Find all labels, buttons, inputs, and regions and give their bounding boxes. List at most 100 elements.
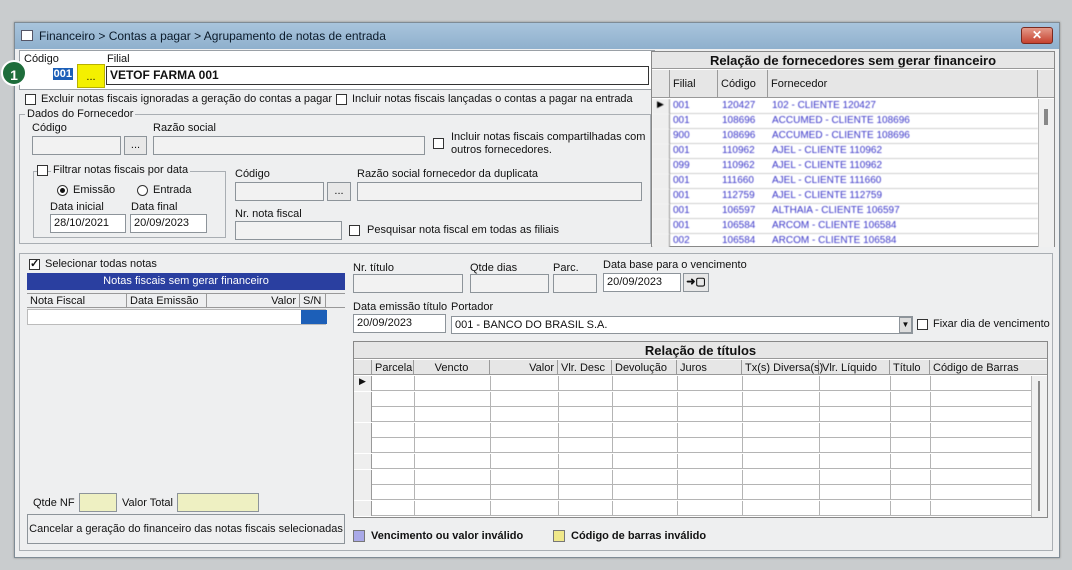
fornecedor-codigo-label: Código — [32, 122, 67, 134]
data-inicial-input[interactable]: 28/10/2021 — [50, 214, 126, 233]
titulo-row[interactable] — [354, 407, 1031, 423]
titulo-row[interactable] — [354, 438, 1031, 454]
supplier-codigo: 110962 — [722, 160, 755, 171]
col-sn[interactable]: S/N — [300, 294, 326, 307]
grid-column-line — [819, 454, 820, 469]
supplier-row[interactable]: 002 106584 ARCOM - CLIENTE 106584 — [652, 234, 1038, 247]
cancel-generation-button[interactable]: Cancelar a geração do financeiro das not… — [27, 514, 345, 544]
nota-fiscal-input[interactable] — [235, 221, 342, 240]
apply-date-button[interactable]: ➜▢ — [683, 273, 709, 292]
col-valor[interactable]: Valor — [207, 294, 300, 307]
grid-column-line — [558, 422, 559, 438]
data-base-input[interactable]: 20/09/2023 — [603, 273, 681, 292]
valor-total-label: Valor Total — [122, 497, 173, 509]
grid-column-line — [558, 376, 559, 391]
col-filial[interactable]: Filial — [670, 70, 718, 97]
close-button[interactable]: ✕ — [1021, 27, 1053, 44]
grid-column-line — [490, 422, 491, 438]
titulo-row[interactable] — [354, 422, 1031, 438]
parc-input[interactable] — [553, 274, 597, 293]
titulo-row[interactable] — [354, 485, 1031, 501]
col-vlr-liquido[interactable]: Vlr. Líquido — [819, 360, 890, 374]
fornecedor-codigo-input[interactable] — [32, 136, 121, 155]
supplier-row[interactable]: 001 106597 ALTHAIA - CLIENTE 106597 — [652, 204, 1038, 219]
suppliers-header: Filial Código Fornecedor — [652, 70, 1054, 98]
row-indicator — [652, 219, 670, 234]
fornecedor-razao-input[interactable] — [153, 136, 425, 155]
duplicata-lookup-button[interactable]: ... — [327, 182, 351, 201]
fornecedor-lookup-button[interactable]: ... — [124, 136, 147, 155]
entrada-radio[interactable] — [137, 185, 148, 196]
supplier-row[interactable]: 001 108696 ACCUMED - CLIENTE 108696 — [652, 114, 1038, 129]
portador-label: Portador — [451, 301, 494, 313]
titulo-row[interactable] — [354, 500, 1031, 516]
row-indicator — [652, 174, 670, 189]
titulos-scrollbar[interactable] — [1031, 376, 1047, 517]
supplier-row[interactable]: 001 110962 AJEL - CLIENTE 110962 — [652, 144, 1038, 159]
fixar-dia-checkbox[interactable] — [917, 319, 928, 330]
compartilhadas-checkbox[interactable] — [433, 138, 444, 149]
grid-column-line — [558, 391, 559, 407]
titulo-row[interactable] — [354, 454, 1031, 469]
valor-total-value — [177, 493, 259, 512]
grid-column-line — [677, 422, 678, 438]
incluir-lancadas-checkbox[interactable] — [336, 94, 347, 105]
grid-column-line — [677, 485, 678, 501]
filtro-checkbox[interactable] — [37, 165, 48, 176]
col-devolucao[interactable]: Devolução — [612, 360, 677, 374]
col-fornecedor[interactable]: Fornecedor — [768, 70, 1038, 97]
branch-lookup-button[interactable]: ... — [77, 64, 105, 88]
portador-select[interactable]: 001 - BANCO DO BRASIL S.A. — [451, 316, 913, 334]
col-codigo-barras[interactable]: Código de Barras — [930, 360, 1030, 374]
col-juros[interactable]: Juros — [677, 360, 742, 374]
suppliers-scrollbar[interactable] — [1038, 99, 1054, 247]
suppliers-scroll-thumb[interactable] — [1044, 109, 1048, 125]
col-taxas[interactable]: Tx(s) Diversa(s) — [742, 360, 823, 374]
supplier-row[interactable]: 001 112759 AJEL - CLIENTE 112759 — [652, 189, 1038, 204]
sn-cell-selected[interactable] — [301, 310, 327, 324]
supplier-codigo: 110962 — [722, 145, 755, 156]
supplier-row[interactable]: 001 106584 ARCOM - CLIENTE 106584 — [652, 219, 1038, 234]
col-parcela[interactable]: Parcela — [372, 360, 414, 374]
col-data-emissao[interactable]: Data Emissão — [127, 294, 207, 307]
excluir-checkbox[interactable] — [25, 94, 36, 105]
supplier-row[interactable]: 099 110962 AJEL - CLIENTE 110962 — [652, 159, 1038, 174]
grid-column-line — [742, 422, 743, 438]
codigo-input[interactable]: 001 — [24, 66, 76, 85]
grid-column-line — [890, 407, 891, 423]
supplier-row[interactable]: ▶ 001 120427 102 - CLIENTE 120427 — [652, 99, 1038, 114]
chevron-down-icon[interactable]: ▼ — [899, 317, 912, 333]
select-all-checkbox[interactable] — [29, 257, 40, 270]
emissao-radio[interactable] — [57, 185, 68, 196]
data-final-input[interactable]: 20/09/2023 — [130, 214, 207, 233]
grid-column-line — [742, 485, 743, 501]
supplier-codigo: 108696 — [722, 130, 756, 141]
col-nota-fiscal[interactable]: Nota Fiscal — [27, 294, 127, 307]
pesquisar-filiais-checkbox[interactable] — [349, 225, 360, 236]
titulo-row[interactable]: ▶ — [354, 376, 1031, 391]
supplier-row[interactable]: 900 108696 ACCUMED - CLIENTE 108696 — [652, 129, 1038, 144]
col-vlr-desc[interactable]: Vlr. Desc — [558, 360, 612, 374]
nr-titulo-input[interactable] — [353, 274, 463, 293]
invalid-due-label: Vencimento ou valor inválido — [371, 530, 524, 542]
titulo-row[interactable] — [354, 469, 1031, 485]
supplier-filial: 001 — [673, 220, 690, 231]
col-vencto[interactable]: Vencto — [414, 360, 490, 374]
data-final-label: Data final — [131, 201, 178, 213]
filial-input[interactable]: VETOF FARMA 001 — [106, 66, 649, 85]
suppliers-grid: Relação de fornecedores sem gerar financ… — [651, 51, 1055, 247]
grid-column-line — [558, 469, 559, 485]
qtde-dias-input[interactable] — [470, 274, 549, 293]
supplier-fornecedor: 102 - CLIENTE 120427 — [772, 100, 876, 111]
supplier-row[interactable]: 001 111660 AJEL - CLIENTE 111660 — [652, 174, 1038, 189]
col-titulo[interactable]: Título — [890, 360, 930, 374]
invalid-due-swatch — [353, 530, 365, 542]
notas-row[interactable] — [27, 309, 327, 325]
col-valor-titulo[interactable]: Valor — [490, 360, 558, 374]
data-emissao-titulo-input[interactable]: 20/09/2023 — [353, 314, 446, 333]
titulo-row[interactable] — [354, 391, 1031, 407]
duplicata-codigo-input[interactable] — [235, 182, 324, 201]
supplier-filial: 001 — [673, 115, 690, 126]
col-codigo[interactable]: Código — [718, 70, 768, 97]
duplicata-razao-input[interactable] — [357, 182, 642, 201]
